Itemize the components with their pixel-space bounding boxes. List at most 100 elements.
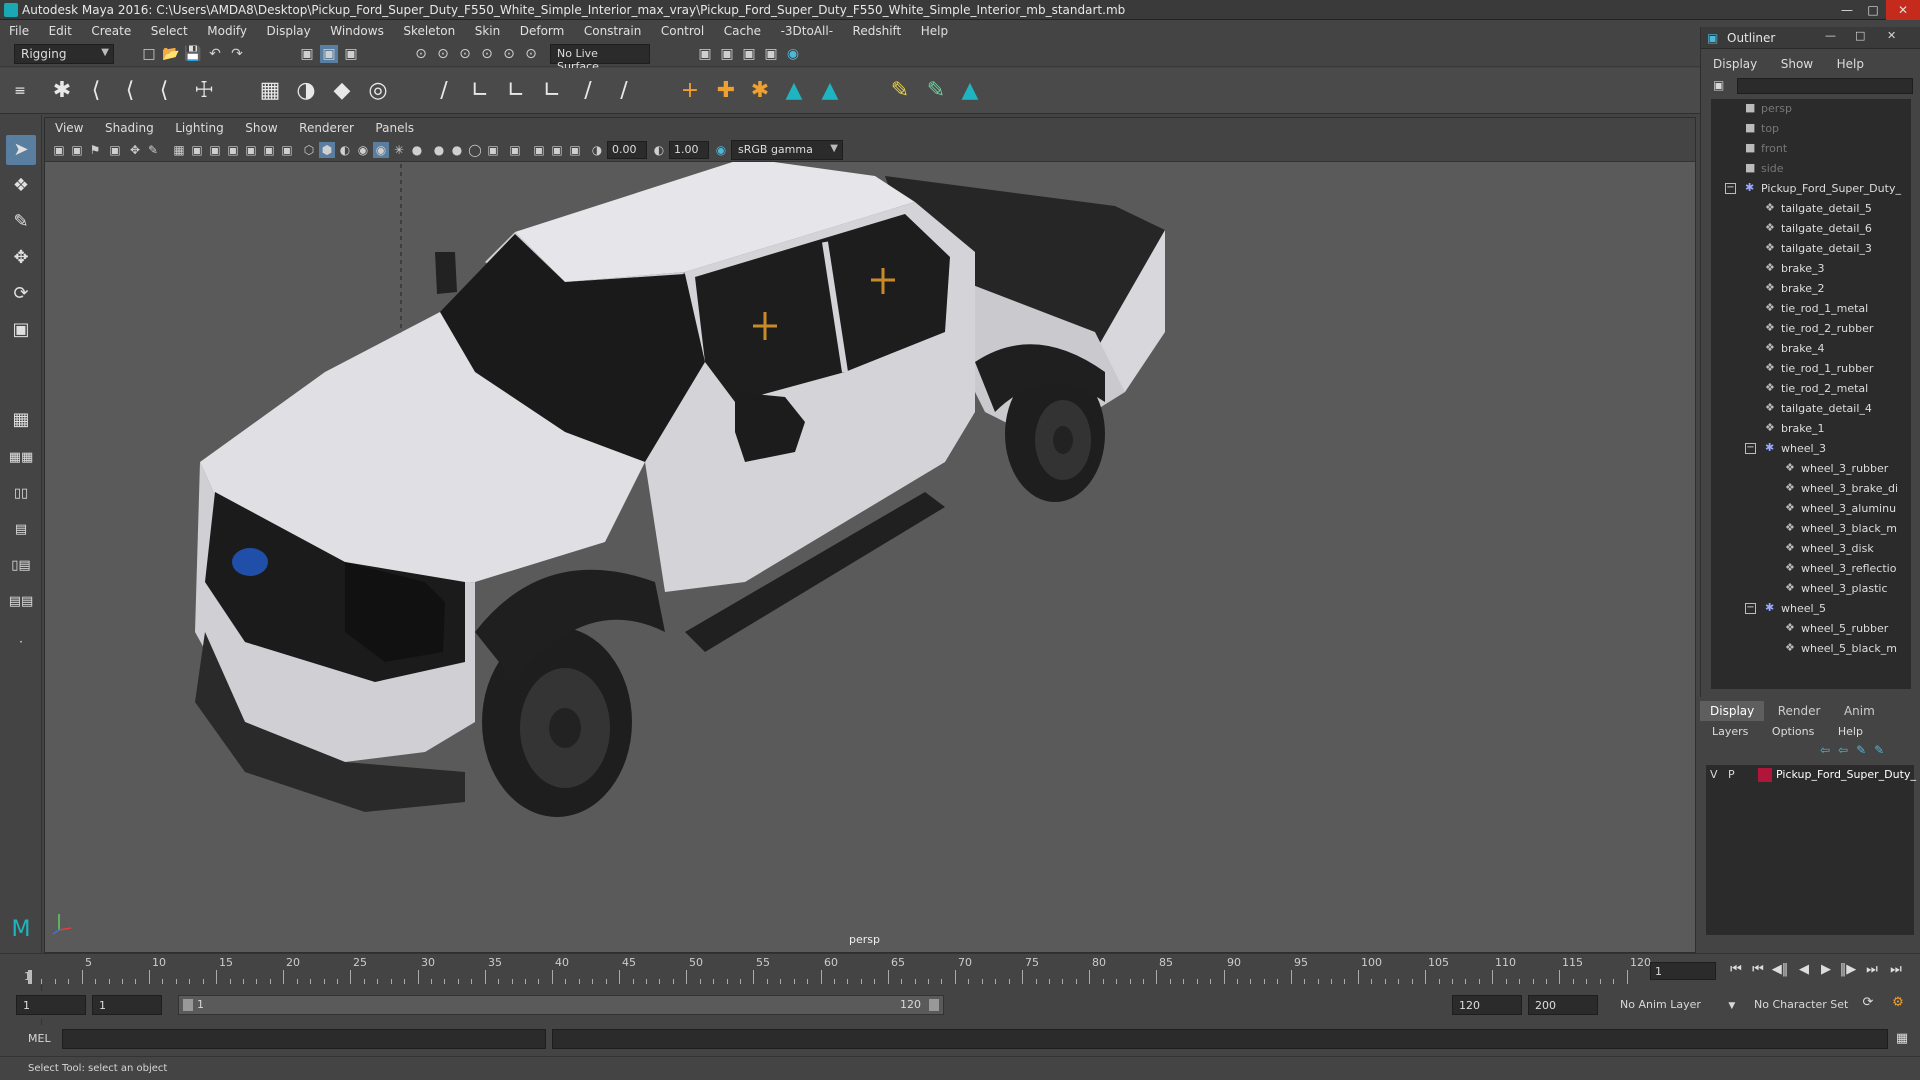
field-chart-icon[interactable]: ▣ bbox=[243, 142, 259, 158]
menu-edit[interactable]: Edit bbox=[40, 21, 79, 38]
select-tool-icon[interactable]: ➤ bbox=[6, 135, 36, 165]
render-current-icon[interactable]: ▣ bbox=[718, 45, 736, 63]
menu-windows[interactable]: Windows bbox=[321, 21, 391, 38]
paint-select-icon[interactable]: ✎ bbox=[6, 207, 36, 237]
joint-tool-icon[interactable]: ✱ bbox=[48, 78, 76, 104]
lasso-tool-icon[interactable]: ❖ bbox=[6, 171, 36, 201]
menu-display[interactable]: Display bbox=[258, 21, 318, 38]
tab-anim[interactable]: Anim bbox=[1834, 701, 1885, 721]
range-bar[interactable]: 1 120 bbox=[178, 995, 944, 1015]
tab-display[interactable]: Display bbox=[1700, 701, 1765, 721]
outliner-item[interactable]: − ✱ wheel_3 bbox=[1711, 439, 1911, 459]
layout-graph-icon[interactable]: ▯▤ bbox=[6, 551, 36, 581]
menu-help[interactable]: Help bbox=[912, 21, 955, 38]
outliner-item[interactable]: ■ front bbox=[1711, 139, 1911, 159]
ambient-occlusion-icon[interactable]: ● bbox=[409, 142, 425, 158]
anti-aliasing-icon[interactable]: ● bbox=[449, 142, 465, 158]
menu-deform[interactable]: Deform bbox=[511, 21, 572, 38]
orient-constraint-icon[interactable]: ∟ bbox=[502, 78, 530, 104]
layer-menu-help[interactable]: Help bbox=[1826, 723, 1871, 738]
wireframe-on-shaded-icon[interactable]: ◐ bbox=[337, 142, 353, 158]
outliner-item[interactable]: ❖ brake_3 bbox=[1711, 259, 1911, 279]
scene-canvas[interactable] bbox=[45, 156, 1695, 952]
safe-title-icon[interactable]: ▣ bbox=[279, 142, 295, 158]
panel-menu-panels[interactable]: Panels bbox=[365, 118, 422, 135]
menu-skeleton[interactable]: Skeleton bbox=[394, 21, 462, 38]
auto-key-icon[interactable]: ⟳ bbox=[1858, 993, 1878, 1013]
xray-icon[interactable]: ▣ bbox=[485, 142, 501, 158]
menu-skin[interactable]: Skin bbox=[466, 21, 508, 38]
outliner-item[interactable]: ❖ wheel_3_aluminu bbox=[1711, 499, 1911, 519]
outliner-item[interactable]: ❖ wheel_5_black_m bbox=[1711, 639, 1911, 659]
playback-start-field[interactable]: 1 bbox=[92, 995, 162, 1015]
panel-menu-lighting[interactable]: Lighting bbox=[165, 118, 232, 135]
menu-file[interactable]: File bbox=[0, 21, 36, 38]
play-forwards-icon[interactable]: ▶ bbox=[1816, 960, 1836, 980]
scene-end-field[interactable]: 200 bbox=[1528, 995, 1598, 1015]
exposure-icon[interactable]: ◑ bbox=[589, 142, 605, 158]
character-set-dropdown[interactable]: No Character Set bbox=[1754, 998, 1848, 1011]
time-ruler[interactable]: 5 10 15 20 25 30 35 40 45 50 55 60 65 70 75 80 85 90 95 100… bbox=[28, 956, 1651, 984]
panel-menu-view[interactable]: View bbox=[45, 118, 91, 135]
maya-plugin-icon-3[interactable]: ▲ bbox=[956, 78, 984, 104]
outliner-item[interactable]: ❖ tailgate_detail_6 bbox=[1711, 219, 1911, 239]
bookmark-icon[interactable]: ⚑ bbox=[87, 142, 103, 158]
mirror-joint-icon[interactable]: ☩ bbox=[190, 78, 218, 104]
range-handle-left[interactable] bbox=[183, 999, 193, 1011]
step-back-frame-icon[interactable]: ◀‖ bbox=[1770, 960, 1790, 980]
locator-icon[interactable]: + bbox=[676, 78, 704, 104]
camera-attributes-icon[interactable]: ▣ bbox=[69, 142, 85, 158]
time-slider[interactable]: 1 5 10 15 20 25 30 35 40 45 50 55 60 65 70 75 80 85 90 95 1… bbox=[0, 953, 1920, 985]
scale-constraint-icon[interactable]: ∟ bbox=[538, 78, 566, 104]
minimize-icon[interactable]: — bbox=[1834, 0, 1860, 20]
outliner-item[interactable]: ❖ wheel_3_rubber bbox=[1711, 459, 1911, 479]
render-settings-icon[interactable]: ▣ bbox=[762, 45, 780, 63]
viewport-panel[interactable]: View Shading Lighting Show Renderer Pane… bbox=[44, 117, 1696, 953]
layout-more-icon[interactable]: · bbox=[6, 627, 36, 657]
select-by-object-icon[interactable]: ▣ bbox=[320, 45, 338, 63]
cluster-icon[interactable]: ◎ bbox=[364, 78, 392, 104]
snap-curve-icon[interactable]: ⊙ bbox=[434, 45, 452, 63]
panel-menu-show[interactable]: Show bbox=[235, 118, 285, 135]
snap-grid-icon[interactable]: ⊙ bbox=[412, 45, 430, 63]
outliner-item[interactable]: ❖ wheel_3_plastic bbox=[1711, 579, 1911, 599]
live-surface-field[interactable]: No Live Surface bbox=[550, 44, 650, 73]
tab-render[interactable]: Render bbox=[1768, 701, 1831, 721]
outliner-item[interactable]: − ✱ wheel_5 bbox=[1711, 599, 1911, 619]
outliner-item[interactable]: ■ persp bbox=[1711, 99, 1911, 119]
menu-select[interactable]: Select bbox=[142, 21, 195, 38]
layout-four-icon[interactable]: ▦▦ bbox=[6, 443, 36, 473]
menu-constrain[interactable]: Constrain bbox=[575, 21, 649, 38]
new-scene-icon[interactable]: □ bbox=[140, 45, 158, 63]
lattice-icon[interactable]: ◆ bbox=[328, 78, 356, 104]
menu-3dtoall[interactable]: -3DtoAll- bbox=[772, 21, 840, 38]
maya-plugin-icon-2[interactable]: ▲ bbox=[816, 78, 844, 104]
layer-name[interactable]: Pickup_Ford_Super_Duty_ bbox=[1776, 768, 1916, 781]
script-editor-icon[interactable]: ▦ bbox=[1892, 1029, 1912, 1049]
isolate-select-icon[interactable]: ▣ bbox=[507, 142, 523, 158]
outliner-item[interactable]: − ✱ Pickup_Ford_Super_Duty_ bbox=[1711, 179, 1911, 199]
play-backwards-icon[interactable]: ◀ bbox=[1794, 960, 1814, 980]
two-d-pan-icon[interactable]: ✥ bbox=[127, 142, 143, 158]
layout-outliner-icon[interactable]: ▤ bbox=[6, 515, 36, 545]
ik-handle-icon[interactable]: ⟨ bbox=[82, 78, 110, 104]
menu-set-dropdown[interactable]: Rigging ▼ bbox=[14, 44, 114, 64]
point-constraint-icon[interactable]: ∕ bbox=[430, 78, 458, 104]
panel-menu-shading[interactable]: Shading bbox=[95, 118, 162, 135]
layer-visibility[interactable]: V bbox=[1710, 768, 1718, 781]
animation-prefs-icon[interactable]: ⚙ bbox=[1888, 993, 1908, 1013]
outliner-item[interactable]: ❖ brake_4 bbox=[1711, 339, 1911, 359]
step-forward-key-icon[interactable]: ⏭ bbox=[1862, 960, 1882, 980]
step-forward-frame-icon[interactable]: ‖▶ bbox=[1838, 960, 1858, 980]
layout-two-icon[interactable]: ▯▯ bbox=[6, 479, 36, 509]
close-icon[interactable]: ✕ bbox=[1887, 29, 1896, 42]
anim-layer-dropdown[interactable]: No Anim Layer ▼ bbox=[1620, 998, 1735, 1011]
rotate-tool-icon[interactable]: ⟳ bbox=[6, 279, 36, 309]
safe-action-icon[interactable]: ▣ bbox=[261, 142, 277, 158]
hypershade-icon[interactable]: ◉ bbox=[784, 45, 802, 63]
scene-start-field[interactable]: 1 bbox=[16, 995, 86, 1015]
cmd-language-label[interactable]: MEL bbox=[28, 1032, 51, 1045]
smooth-bind-icon[interactable]: ▦ bbox=[256, 78, 284, 104]
outliner-item[interactable]: ❖ wheel_3_reflectio bbox=[1711, 559, 1911, 579]
grease-pencil-icon[interactable]: ✎ bbox=[145, 142, 161, 158]
